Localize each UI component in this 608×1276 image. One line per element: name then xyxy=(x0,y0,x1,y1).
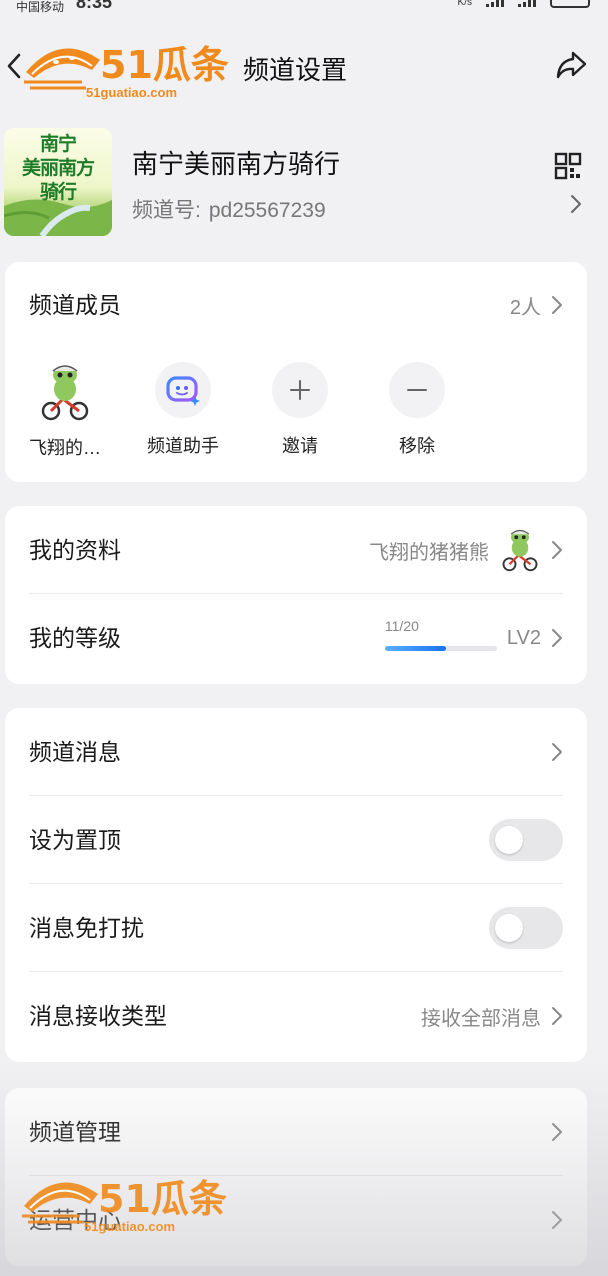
status-icons: K/s xyxy=(458,0,590,8)
members-card: 频道成员 2人 飞翔的… 频道助手 邀请 移除 xyxy=(5,262,587,482)
share-button[interactable] xyxy=(554,48,588,82)
channel-info[interactable]: 南宁 美丽南方 骑行 南宁美丽南方骑行 频道号: pd25567239 xyxy=(0,120,608,248)
minus-icon xyxy=(389,362,445,418)
watermark-logo-bottom: 51瓜条 51guatiao.com xyxy=(22,1177,227,1234)
members-count: 2人 xyxy=(509,296,541,319)
toggle-knob xyxy=(495,914,523,942)
level-badge: LV2 xyxy=(506,626,541,649)
member-item[interactable]: 飞翔的… xyxy=(10,364,120,460)
member-label: 飞翔的… xyxy=(29,438,101,458)
receive-type-row[interactable]: 消息接收类型 接收全部消息 xyxy=(29,972,563,1060)
channel-messages-label: 频道消息 xyxy=(29,739,121,765)
chevron-right-icon xyxy=(551,742,563,762)
cyclist-frog-avatar-icon xyxy=(37,364,93,421)
net-speed: K/s xyxy=(457,0,472,8)
chevron-right-icon xyxy=(570,194,582,214)
channel-id: 频道号: pd25567239 xyxy=(132,194,326,224)
level-progress-text: 11/20 xyxy=(384,618,419,634)
battery-icon xyxy=(550,0,590,8)
signal-icon xyxy=(486,0,504,7)
qr-code-button[interactable] xyxy=(554,152,582,180)
invite-button[interactable]: 邀请 xyxy=(245,362,355,458)
chevron-left-icon xyxy=(7,53,21,79)
level-progress-track xyxy=(384,646,497,651)
share-icon xyxy=(556,51,587,79)
channel-management-row[interactable]: 频道管理 xyxy=(29,1088,563,1176)
pin-top-toggle[interactable] xyxy=(489,819,563,861)
remove-label: 移除 xyxy=(399,436,435,456)
channel-name: 南宁美丽南方骑行 xyxy=(132,149,341,179)
signal-icon-2 xyxy=(518,0,536,7)
robot-assistant-icon xyxy=(155,362,211,418)
member-item[interactable]: 频道助手 xyxy=(128,362,238,458)
toggle-knob xyxy=(495,826,523,854)
members-label: 频道成员 xyxy=(29,292,121,318)
cyclist-frog-avatar-icon xyxy=(502,529,538,572)
watermelon-slice-icon xyxy=(24,48,100,90)
top-bar: 51瓜条 51guatiao.com 频道设置 xyxy=(0,30,608,102)
my-profile-row[interactable]: 我的资料 飞翔的猪猪熊 xyxy=(29,506,563,594)
level-progress-fill xyxy=(384,646,447,651)
my-profile-label: 我的资料 xyxy=(29,537,121,563)
messages-card: 频道消息 设为置顶 消息免打扰 消息接收类型 接收全部消息 xyxy=(5,708,587,1062)
dnd-row: 消息免打扰 xyxy=(29,884,563,972)
page-title: 频道设置 xyxy=(243,55,348,85)
channel-avatar: 南宁 美丽南方 骑行 xyxy=(4,128,112,236)
channel-avatar-text: 南宁 美丽南方 骑行 xyxy=(21,133,95,203)
receive-type-value: 接收全部消息 xyxy=(421,1007,541,1030)
remove-button[interactable]: 移除 xyxy=(362,362,472,458)
chevron-right-icon xyxy=(551,295,563,315)
status-time: 8:35 xyxy=(76,0,113,12)
channel-messages-row[interactable]: 频道消息 xyxy=(29,708,563,796)
channel-id-label: 频道号: xyxy=(132,199,201,222)
plus-icon xyxy=(272,362,328,418)
members-list: 飞翔的… 频道助手 邀请 移除 xyxy=(5,348,587,482)
my-level-label: 我的等级 xyxy=(29,625,121,651)
profile-card: 我的资料 飞翔的猪猪熊 我的等级 11/20 LV2 xyxy=(5,506,587,684)
dnd-label: 消息免打扰 xyxy=(29,915,144,941)
my-level-row[interactable]: 我的等级 11/20 LV2 xyxy=(29,594,563,682)
svg-text:51瓜条: 51瓜条 xyxy=(98,1177,227,1221)
channel-management-label: 频道管理 xyxy=(29,1119,121,1145)
chevron-right-icon xyxy=(551,1210,563,1230)
receive-type-label: 消息接收类型 xyxy=(29,1003,167,1029)
status-bar: 中国移动 8:35 K/s xyxy=(0,0,608,14)
svg-text:51guatiao.com: 51guatiao.com xyxy=(86,85,177,100)
pin-top-label: 设为置顶 xyxy=(29,827,121,853)
chevron-right-icon xyxy=(551,540,563,560)
carrier-name: 中国移动 xyxy=(16,0,65,14)
dnd-toggle[interactable] xyxy=(489,907,563,949)
chevron-right-icon xyxy=(551,1122,563,1142)
chevron-right-icon xyxy=(551,628,563,648)
svg-text:51guatiao.com: 51guatiao.com xyxy=(84,1219,175,1234)
pin-top-row: 设为置顶 xyxy=(29,796,563,884)
invite-label: 邀请 xyxy=(282,436,318,456)
member-label: 频道助手 xyxy=(147,436,219,456)
svg-text:51瓜条: 51瓜条 xyxy=(100,43,229,87)
watermark-logo: 51瓜条 51guatiao.com xyxy=(24,43,229,100)
level-progress: 11/20 xyxy=(384,618,497,658)
members-row[interactable]: 频道成员 2人 xyxy=(29,262,563,348)
chevron-right-icon xyxy=(551,1006,563,1026)
watermelon-slice-icon xyxy=(22,1182,98,1224)
channel-id-value: pd25567239 xyxy=(208,199,326,222)
qr-code-icon xyxy=(554,152,582,180)
nickname: 飞翔的猪猪熊 xyxy=(369,541,489,564)
